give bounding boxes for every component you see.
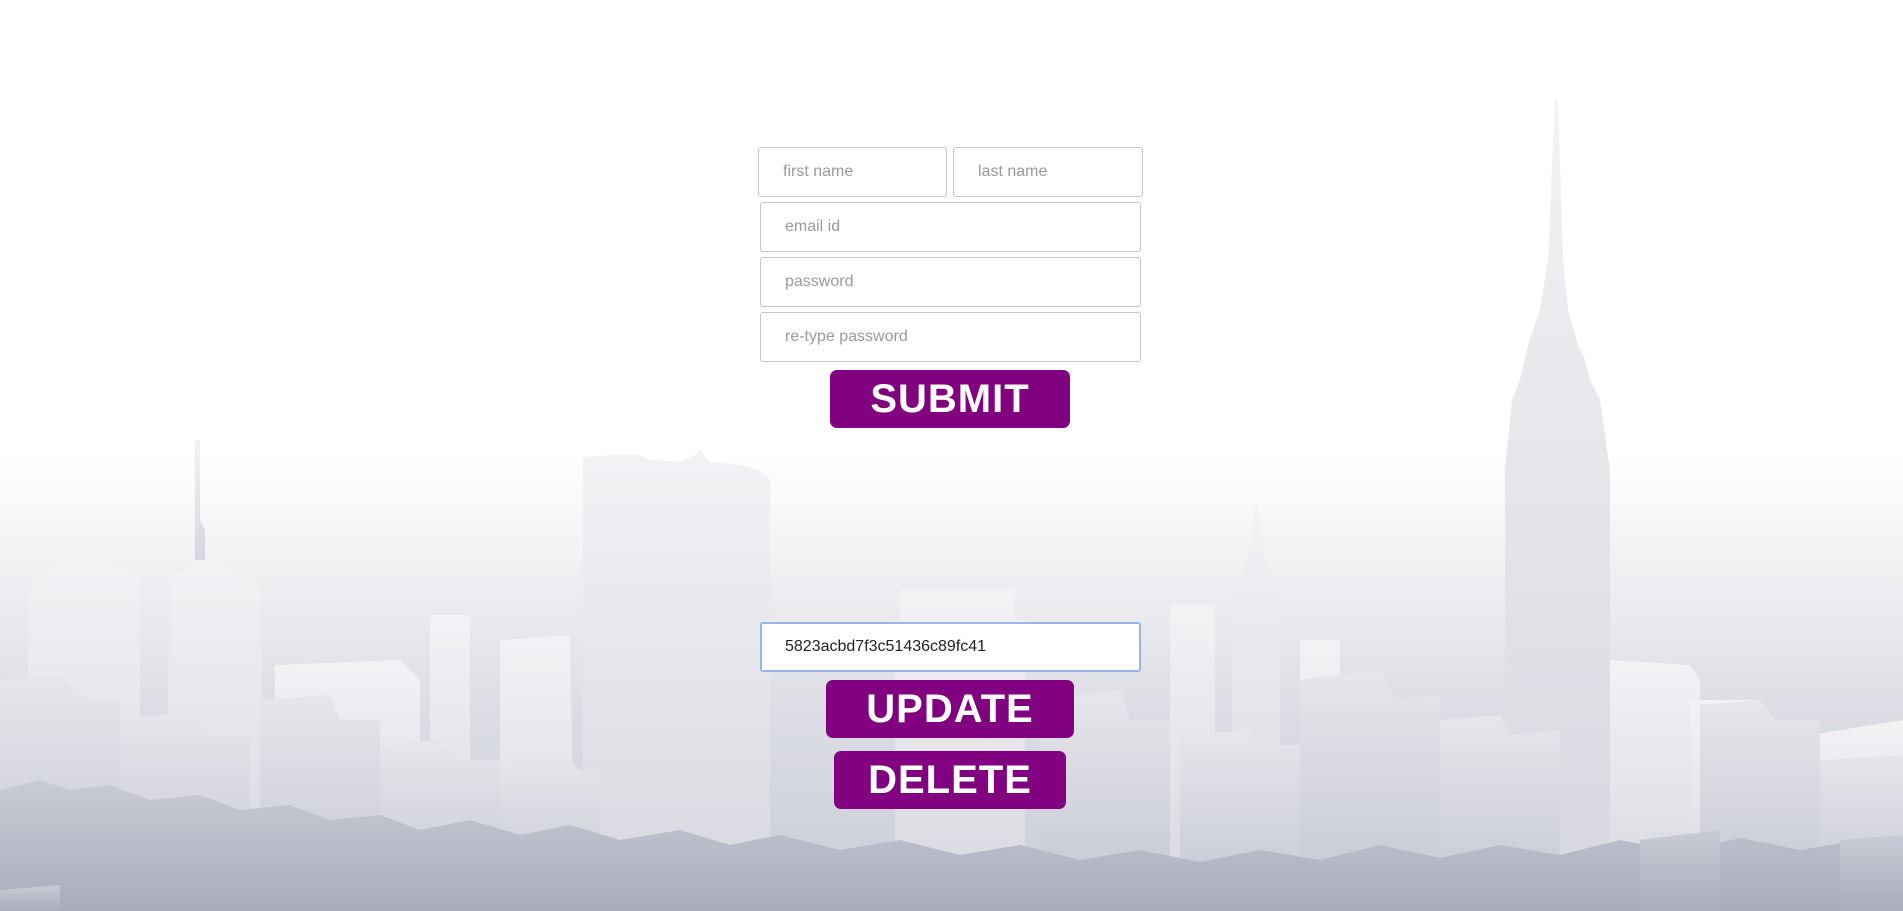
last-name-input[interactable] — [953, 147, 1143, 197]
password-input[interactable] — [760, 257, 1141, 307]
first-name-input[interactable] — [758, 147, 947, 197]
submit-button[interactable]: SUBMIT — [830, 370, 1070, 428]
delete-button[interactable]: DELETE — [834, 751, 1066, 809]
update-button[interactable]: UPDATE — [826, 680, 1074, 738]
email-input[interactable] — [760, 202, 1141, 252]
record-id-input[interactable] — [760, 622, 1141, 672]
retype-password-input[interactable] — [760, 312, 1141, 362]
